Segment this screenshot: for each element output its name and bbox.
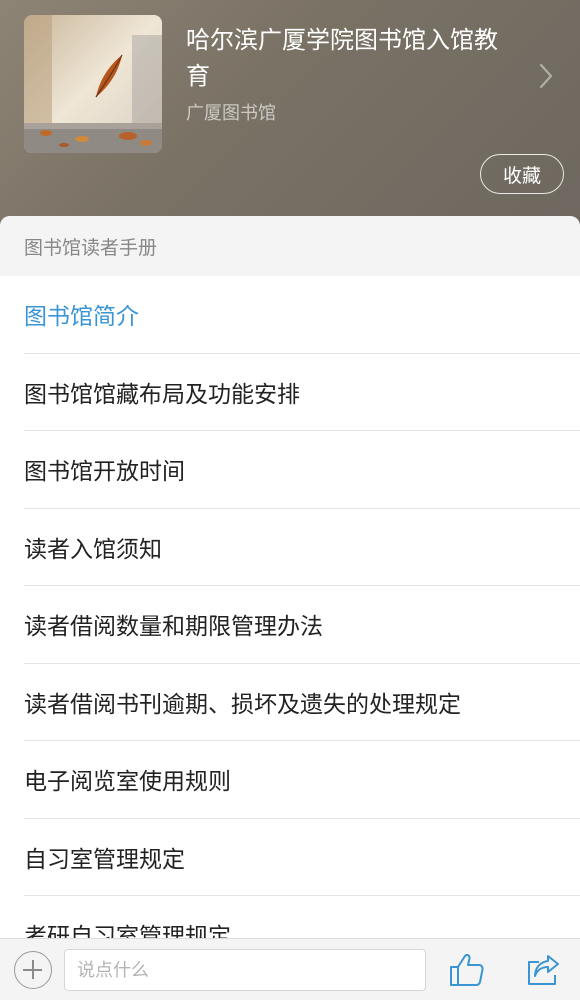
thumbs-up-icon[interactable] [448, 952, 486, 988]
cover-image[interactable] [24, 15, 162, 153]
chevron-right-icon[interactable] [534, 60, 558, 92]
list-item[interactable]: 读者借阅书刊逾期、损坏及遗失的处理规定 [24, 664, 580, 741]
article-title: 哈尔滨广厦学院图书馆入馆教育 [186, 26, 498, 90]
list-item[interactable]: 读者借阅数量和期限管理办法 [24, 586, 580, 664]
article-header: 哈尔滨广厦学院图书馆入馆教育 广厦图书馆 收藏 [0, 0, 580, 240]
list-item[interactable]: 图书馆馆藏布局及功能安排 [24, 354, 580, 431]
plus-icon[interactable] [14, 951, 52, 989]
section-title: 图书馆读者手册 [0, 216, 580, 276]
comment-bar [0, 938, 580, 1000]
list-item[interactable]: 图书馆开放时间 [24, 431, 580, 509]
comment-input[interactable] [64, 949, 426, 991]
content-panel: 图书馆读者手册 图书馆简介 图书馆馆藏布局及功能安排 图书馆开放时间 读者入馆须… [0, 216, 580, 1000]
chapter-list: 图书馆简介 图书馆馆藏布局及功能安排 图书馆开放时间 读者入馆须知 读者借阅数量… [0, 276, 580, 974]
article-subtitle: 广厦图书馆 [186, 103, 276, 124]
list-item[interactable]: 读者入馆须知 [24, 509, 580, 586]
list-item[interactable]: 图书馆简介 [24, 276, 580, 354]
list-item[interactable]: 电子阅览室使用规则 [24, 741, 580, 819]
list-item[interactable]: 自习室管理规定 [24, 819, 580, 896]
favorite-button[interactable]: 收藏 [480, 154, 564, 194]
share-icon[interactable] [524, 953, 562, 987]
